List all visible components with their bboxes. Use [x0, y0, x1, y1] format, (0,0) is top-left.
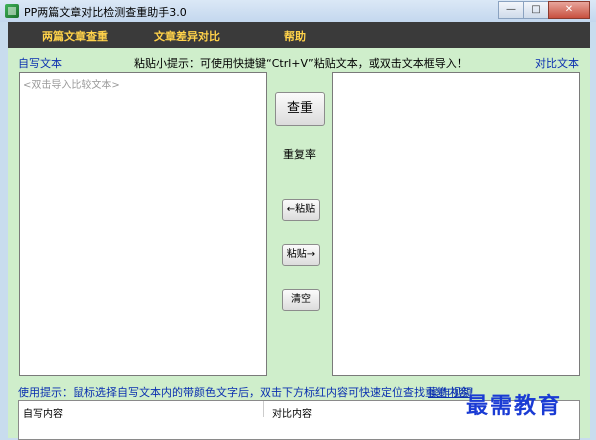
right-text-label: 对比文本	[535, 57, 579, 70]
maximize-button[interactable]: □	[523, 1, 549, 19]
menu-bar: 两篇文章查重 文章差异对比 帮助	[8, 22, 590, 48]
left-text-label: 自写文本	[18, 57, 62, 70]
window-title: PP两篇文章对比检测查重助手3.0	[24, 6, 187, 19]
left-text-area[interactable]: <双击导入比较文本>	[19, 72, 267, 376]
paste-right-button[interactable]: 粘贴→	[282, 244, 320, 266]
main-panel: 自写文本 粘贴小提示：可使用快捷键“Ctrl+V”粘贴文本，或双击文本框导入！ …	[8, 48, 590, 440]
title-bar: PP两篇文章对比检测查重助手3.0 — □ ✕	[0, 0, 596, 22]
menu-item-help[interactable]: 帮助	[284, 28, 306, 44]
close-button[interactable]: ✕	[548, 1, 590, 19]
app-icon	[5, 4, 19, 18]
menu-item-duplicate-check[interactable]: 两篇文章查重	[42, 28, 108, 44]
right-text-area[interactable]	[332, 72, 580, 376]
duplicate-rate-label: 重复率	[283, 148, 316, 161]
usage-hint: 使用提示：鼠标选择自写文本内的带颜色文字后，双击下方标红内容可快速定位查找重复内…	[18, 386, 480, 399]
watermark: 最需教育	[466, 393, 563, 419]
column-header-own-content: 自写内容	[23, 409, 63, 420]
menu-item-diff-compare[interactable]: 文章差异对比	[154, 28, 220, 44]
minimize-button[interactable]: —	[498, 1, 524, 19]
paste-hint: 粘贴小提示：可使用快捷键“Ctrl+V”粘贴文本，或双击文本框导入！	[134, 57, 468, 70]
column-divider	[263, 401, 264, 417]
check-button[interactable]: 查重	[275, 92, 325, 126]
paste-left-button[interactable]: ←粘贴	[282, 199, 320, 221]
window-controls: — □ ✕	[498, 1, 590, 19]
left-text-placeholder: <双击导入比较文本>	[23, 80, 120, 91]
column-header-compare-content: 对比内容	[272, 409, 312, 420]
clear-button[interactable]: 清空	[282, 289, 320, 311]
